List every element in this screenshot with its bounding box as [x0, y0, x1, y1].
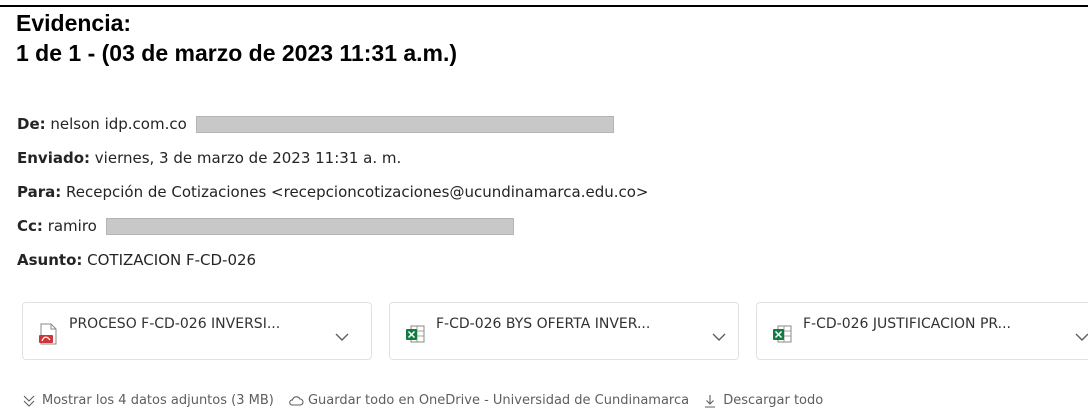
from-label: De:: [17, 115, 46, 133]
chevron-down-icon[interactable]: [1075, 327, 1088, 341]
attachment-name: PROCESO F-CD-026 INVERSI...: [69, 316, 281, 332]
chevron-down-icon[interactable]: [712, 327, 726, 341]
download-icon: [703, 394, 717, 408]
cc-label: Cc:: [17, 217, 43, 235]
redacted-email: [105, 218, 514, 235]
top-divider: [0, 5, 1088, 7]
attachment-name: F-CD-026 BYS OFERTA INVER...: [436, 316, 651, 332]
to-label: Para:: [17, 183, 62, 201]
cc-row: Cc: ramiro: [17, 215, 514, 237]
excel-icon: [772, 323, 792, 345]
excel-icon: [405, 323, 425, 345]
evidence-title: Evidencia:: [16, 10, 132, 36]
chevron-down-icon[interactable]: [335, 327, 349, 341]
sent-value: viernes, 3 de marzo de 2023 11:31 a. m.: [94, 149, 402, 167]
show-all-attachments-link[interactable]: Mostrar los 4 datos adjuntos (3 MB): [42, 392, 274, 410]
sent-row: Enviado: viernes, 3 de marzo de 2023 11:…: [17, 147, 401, 169]
download-all-link[interactable]: Descargar todo: [723, 392, 823, 410]
subject-label: Asunto:: [17, 251, 83, 269]
subject-value: COTIZACION F-CD-026: [87, 251, 257, 269]
cc-value[interactable]: ramiro: [48, 217, 97, 235]
attachment-name: F-CD-026 JUSTIFICACION PR...: [803, 316, 1011, 332]
attachment-card[interactable]: F-CD-026 JUSTIFICACION PR...: [756, 302, 1088, 360]
redacted-email: [195, 116, 614, 133]
evidence-header: Evidencia: 1 de 1 - (03 de marzo de 2023…: [16, 8, 457, 68]
from-value: nelson idp.com.co: [50, 115, 187, 133]
cloud-icon: [288, 394, 304, 408]
to-row: Para: Recepción de Cotizaciones <recepci…: [17, 181, 648, 203]
attachment-card[interactable]: F-CD-026 BYS OFERTA INVER...: [389, 302, 739, 360]
subject-row: Asunto: COTIZACION F-CD-026: [17, 249, 256, 271]
pdf-icon: [38, 323, 58, 345]
evidence-subtitle: 1 de 1 - (03 de marzo de 2023 11:31 a.m.…: [16, 40, 458, 66]
double-chevron-down-icon: [22, 394, 36, 408]
sent-label: Enviado:: [17, 149, 91, 167]
to-value[interactable]: Recepción de Cotizaciones <recepcioncoti…: [66, 183, 648, 201]
save-to-onedrive-link[interactable]: Guardar todo en OneDrive - Universidad d…: [308, 392, 689, 410]
attachment-card[interactable]: PROCESO F-CD-026 INVERSI...: [22, 302, 372, 360]
attachment-actions: Mostrar los 4 datos adjuntos (3 MB) Guar…: [22, 392, 823, 411]
from-row: De: nelson idp.com.co: [17, 113, 614, 135]
